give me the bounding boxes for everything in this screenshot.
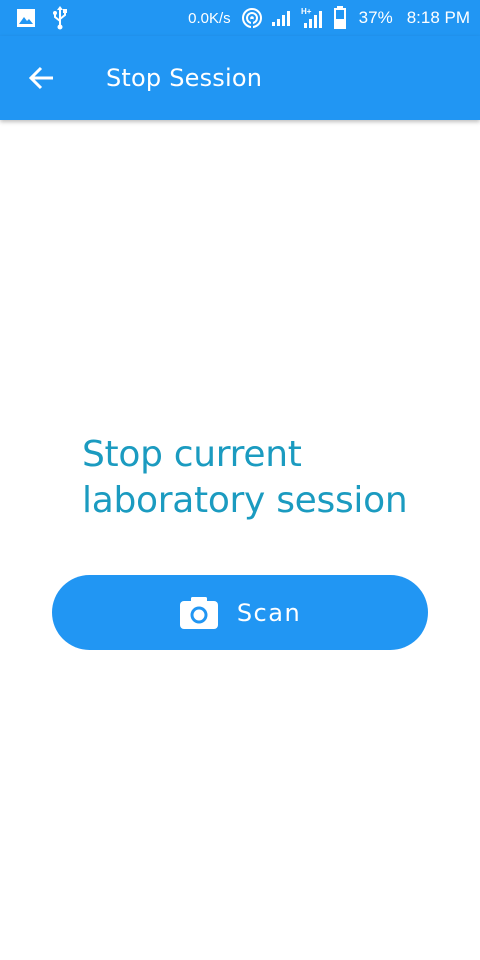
status-bar: 0.0K/s H+ 37% 8:18 PM [0,0,480,36]
hotspot-icon [241,7,263,29]
svg-text:H+: H+ [301,7,312,16]
signal-h-plus-icon: H+ [301,7,325,29]
net-speed: 0.0K/s [188,9,231,27]
scan-label: Scan [236,598,302,627]
back-button[interactable] [12,48,72,108]
arrow-back-icon [28,64,56,92]
usb-icon [52,6,68,30]
app-bar: Stop Session [0,36,480,120]
battery-percent: 37% [358,8,393,27]
session-headline: Stop current laboratory session [82,434,408,521]
clock: 8:18 PM [406,8,470,27]
page-title: Stop Session [106,64,263,92]
scan-button[interactable]: Scan [52,575,428,650]
signal-icon [271,9,293,27]
battery-icon [333,6,347,30]
camera-icon [179,596,219,630]
image-icon [16,8,36,28]
